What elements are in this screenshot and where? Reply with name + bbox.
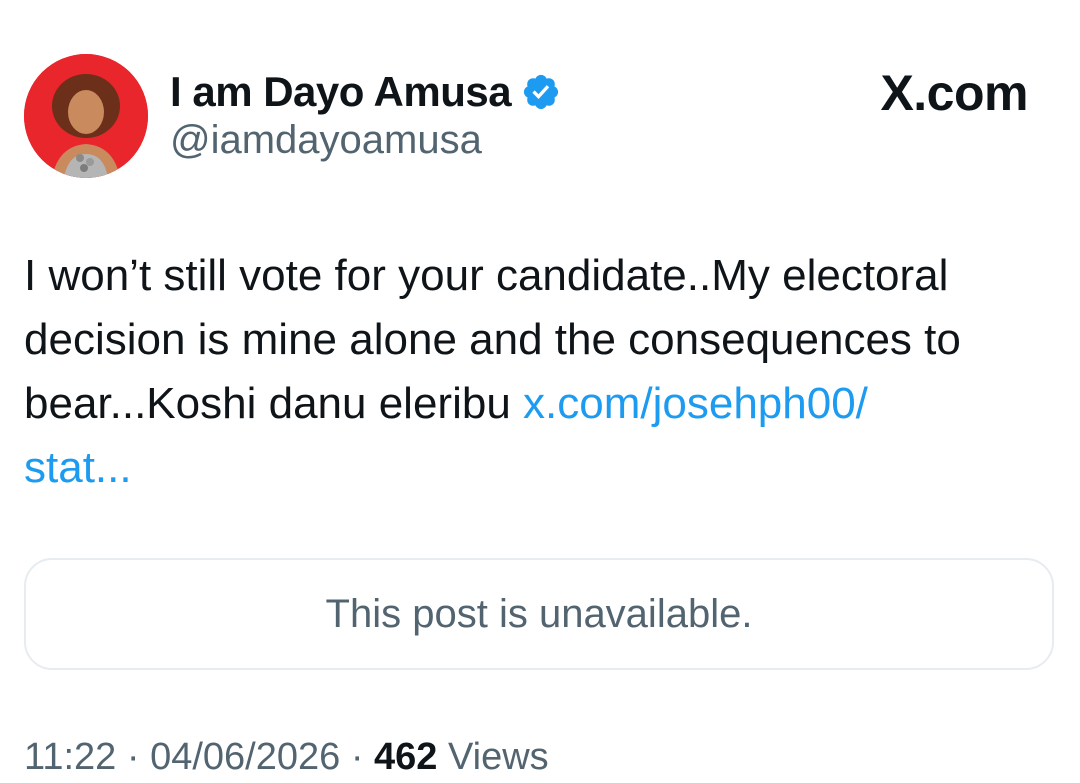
author-name-row: I am Dayo Amusa [170,64,561,120]
tweet-text: I won’t still vote for your candidate..M… [24,244,1054,500]
tweet-date[interactable]: 04/06/2026 [150,736,340,778]
profile-photo-icon [24,54,148,178]
meta-separator: · [350,736,364,778]
views-label: Views [448,736,549,778]
verified-badge-icon [523,74,559,110]
source-label: X.com [880,65,1028,121]
views-count: 462 [374,736,438,778]
meta-separator: · [126,736,140,778]
author-display-name[interactable]: I am Dayo Amusa [170,68,512,116]
quoted-post-card[interactable]: This post is unavailable. [24,558,1054,670]
tweet-meta: 11:22 · 04/06/2026 · 462 Views [24,736,549,779]
author-handle[interactable]: @iamdayoamusa [170,118,482,163]
avatar[interactable] [24,54,148,178]
tweet-time[interactable]: 11:22 [24,736,116,778]
unavailable-message: This post is unavailable. [325,591,753,636]
